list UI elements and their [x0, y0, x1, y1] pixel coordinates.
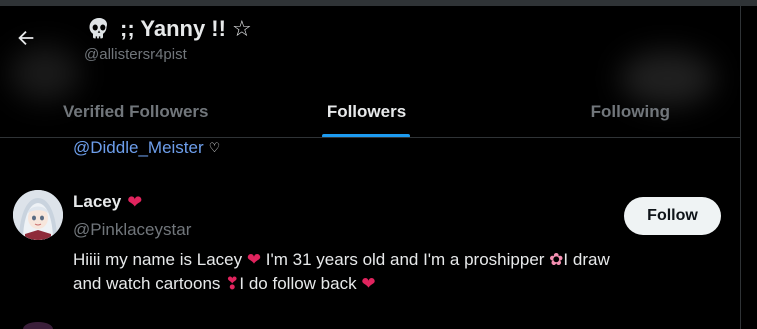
- tab-followers[interactable]: Followers: [265, 86, 467, 138]
- previous-user-bio: @Diddle_Meister ♡: [73, 137, 220, 159]
- red-heart-icon: ❤: [127, 192, 143, 212]
- bio-line-2: and watch cartoons ❣I do follow back ❤: [73, 272, 713, 296]
- red-heart-icon: ❤: [361, 274, 376, 293]
- skull-icon: [89, 18, 108, 39]
- white-heart-icon: ♡: [208, 140, 221, 155]
- column-border: [740, 6, 741, 329]
- arrow-left-icon: [18, 30, 34, 46]
- tab-label: Verified Followers: [63, 102, 209, 121]
- user-handle: @Pinklaceystar: [73, 220, 192, 239]
- tab-verified-followers[interactable]: Verified Followers: [0, 86, 265, 138]
- follow-button[interactable]: Follow: [624, 197, 721, 235]
- bio-text: and watch cartoons: [73, 274, 226, 293]
- user-name-row: Lacey ❤: [73, 192, 142, 212]
- heart-exclamation-icon: ❣: [225, 274, 240, 293]
- bio-line-1: Hiiii my name is Lacey ❤ I'm 31 years ol…: [73, 248, 713, 272]
- bio-text: I do follow back: [239, 274, 362, 293]
- tab-label: Followers: [326, 102, 407, 121]
- lotus-icon: ✿: [549, 250, 564, 269]
- profile-handle: @allistersr4pist: [84, 46, 187, 63]
- follow-tabs: Verified Followers Followers Following: [0, 86, 740, 138]
- profile-title: ;; Yanny !! ☆: [86, 14, 252, 44]
- profile-header: ;; Yanny !! ☆ @allistersr4pist Verified …: [0, 6, 740, 138]
- user-cell[interactable]: Lacey ❤ @Pinklaceystar Follow Hiiii my n…: [0, 180, 740, 310]
- tab-label: Following: [590, 102, 670, 121]
- avatar[interactable]: [13, 190, 63, 240]
- red-heart-icon: ❤: [246, 250, 262, 269]
- tab-following[interactable]: Following: [468, 86, 740, 138]
- user-bio: Hiiii my name is Lacey ❤ I'm 31 years ol…: [73, 248, 713, 296]
- bio-text: I draw: [563, 250, 610, 269]
- back-button[interactable]: [12, 24, 40, 52]
- next-user-avatar[interactable]: [23, 322, 53, 329]
- bio-text: I'm 31 years old and I'm a proshipper: [261, 250, 550, 269]
- user-name[interactable]: Lacey: [73, 192, 121, 212]
- display-name: ;; Yanny !! ☆: [120, 16, 252, 41]
- mention-link[interactable]: @Diddle_Meister: [73, 138, 204, 158]
- bio-text: Hiiii my name is Lacey: [73, 250, 247, 269]
- avatar-image: [13, 190, 63, 240]
